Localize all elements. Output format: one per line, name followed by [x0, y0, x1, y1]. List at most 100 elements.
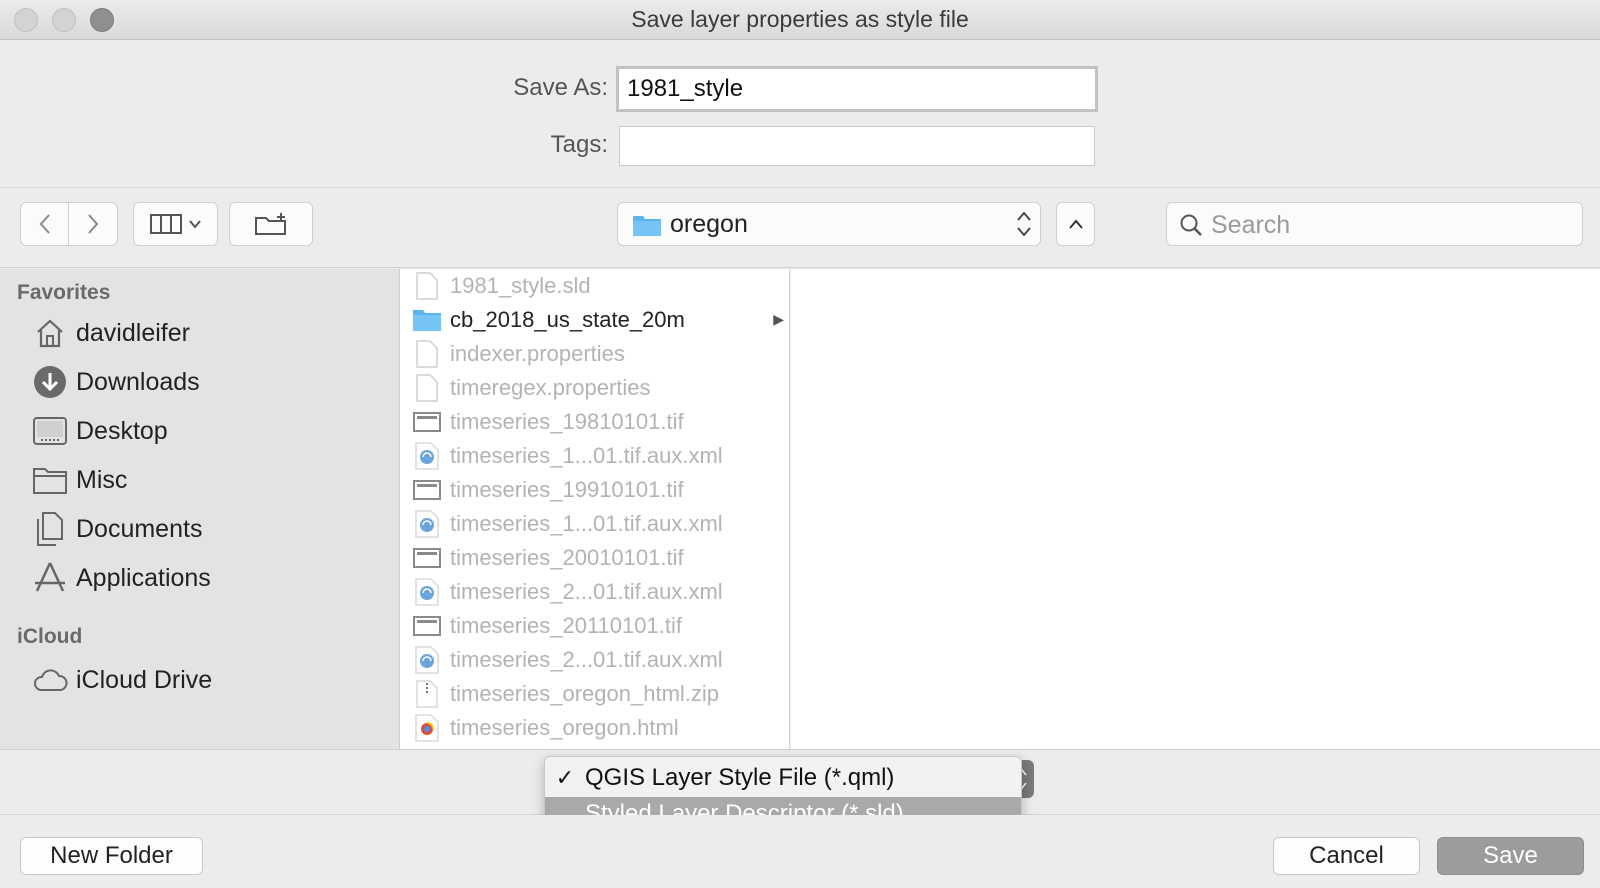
zip-icon [412, 680, 442, 708]
sidebar: Favorites davidleifer Downloads Desktop … [0, 269, 400, 749]
preview-pane [791, 269, 1600, 749]
file-name: cb_2018_us_state_20m [450, 307, 685, 332]
sidebar-item-label: iCloud Drive [76, 665, 213, 694]
chevron-down-icon [188, 220, 201, 229]
folder-icon [412, 308, 442, 332]
image-icon [412, 480, 442, 500]
folder-icon [633, 216, 661, 236]
file-row[interactable]: timeseries_20110101.tif [400, 609, 789, 643]
save-as-input[interactable]: 1981_style [616, 66, 1098, 112]
sidebar-item-applications[interactable]: Applications [32, 558, 211, 598]
format-option-qml[interactable]: ✓ QGIS Layer Style File (*.qml) [545, 761, 1021, 795]
file-name: timeseries_19810101.tif [450, 409, 684, 434]
menu-item-label: QGIS Layer Style File (*.qml) [585, 764, 895, 791]
sidebar-item-icloud-drive[interactable]: iCloud Drive [32, 660, 212, 700]
image-icon [412, 548, 442, 568]
cancel-button[interactable]: Cancel [1273, 837, 1420, 875]
file-name: timeseries_2...01.tif.aux.xml [450, 647, 723, 672]
sidebar-item-label: Downloads [76, 367, 200, 396]
documents-icon [32, 511, 68, 547]
cloud-icon [32, 662, 68, 698]
tags-label: Tags: [550, 131, 608, 158]
file-name: timeseries_oregon.html [450, 715, 679, 740]
file-name: indexer.properties [450, 341, 625, 366]
sidebar-item-davidleifer[interactable]: davidleifer [32, 313, 190, 353]
document-icon [412, 374, 442, 402]
sidebar-item-label: Desktop [76, 416, 168, 445]
xml-icon [412, 442, 442, 470]
columns-view-icon [149, 214, 182, 234]
sidebar-item-documents[interactable]: Documents [32, 509, 202, 549]
expand-collapse-button[interactable] [1056, 202, 1095, 246]
view-mode-button[interactable] [133, 202, 218, 246]
file-row[interactable]: timeseries_oregon_html.zip [400, 677, 789, 711]
file-name: timeseries_1...01.tif.aux.xml [450, 511, 723, 536]
file-list-column: 1981_style.sld cb_2018_us_state_20m ▶ index… [400, 269, 790, 749]
sidebar-item-label: Applications [76, 563, 211, 592]
file-name: timeseries_1...01.tif.aux.xml [450, 443, 723, 468]
file-row[interactable]: timeseries_20010101.tif [400, 541, 789, 575]
file-row[interactable]: timeseries_19810101.tif [400, 405, 789, 439]
image-icon [412, 616, 442, 636]
tags-input[interactable] [619, 126, 1095, 166]
file-name: timeseries_2...01.tif.aux.xml [450, 579, 723, 604]
new-folder-toolbar-button[interactable] [229, 202, 313, 246]
desktop-icon [32, 413, 68, 449]
disclosure-arrow-icon: ▶ [773, 311, 784, 327]
image-icon [412, 412, 442, 432]
chevron-left-icon [39, 214, 50, 234]
document-icon [412, 340, 442, 368]
xml-icon [412, 646, 442, 674]
location-label: oregon [670, 210, 748, 238]
folder-row[interactable]: cb_2018_us_state_20m ▶ [400, 303, 789, 337]
dialog-button-bar: New Folder Cancel Save [0, 815, 1600, 888]
file-row[interactable]: 1981_style.sld [400, 269, 789, 303]
file-name: timeregex.properties [450, 375, 651, 400]
file-row[interactable]: timeregex.properties [400, 371, 789, 405]
sidebar-item-label: davidleifer [76, 318, 190, 347]
file-row[interactable]: timeseries_1...01.tif.aux.xml [400, 439, 789, 473]
navigation-toolbar: oregon Search [0, 188, 1600, 268]
search-field[interactable]: Search [1166, 202, 1583, 246]
sidebar-item-label: Documents [76, 514, 203, 543]
favorites-heading: Favorites [17, 281, 111, 304]
search-placeholder: Search [1211, 211, 1291, 239]
up-down-arrows-icon [1016, 209, 1032, 241]
chevron-right-icon [88, 214, 99, 234]
sidebar-item-label: Misc [76, 465, 128, 494]
file-row[interactable]: timeseries_19910101.tif [400, 473, 789, 507]
chevron-up-icon [1068, 219, 1083, 229]
file-row[interactable]: timeseries_2...01.tif.aux.xml [400, 575, 789, 609]
file-name: timeseries_20010101.tif [450, 545, 684, 570]
file-row[interactable]: timeseries_1...01.tif.aux.xml [400, 507, 789, 541]
new-folder-button[interactable]: New Folder [20, 837, 203, 875]
file-name: timeseries_20110101.tif [450, 613, 682, 638]
title-bar: Save layer properties as style file [0, 0, 1600, 40]
file-name: timeseries_19910101.tif [450, 477, 684, 502]
sidebar-item-misc[interactable]: Misc [32, 460, 127, 500]
forward-button[interactable] [68, 202, 118, 246]
window-title: Save layer properties as style file [631, 6, 969, 32]
xml-icon [412, 578, 442, 606]
back-button[interactable] [20, 202, 69, 246]
file-name: timeseries_oregon_html.zip [450, 681, 720, 706]
new-folder-icon [255, 213, 286, 235]
html-icon [412, 714, 442, 742]
save-button[interactable]: Save [1437, 837, 1584, 875]
downloads-icon [32, 364, 68, 400]
file-row[interactable]: timeseries_2...01.tif.aux.xml [400, 643, 789, 677]
applications-icon [32, 560, 68, 596]
document-icon [412, 272, 442, 300]
sidebar-item-downloads[interactable]: Downloads [32, 362, 200, 402]
icloud-heading: iCloud [17, 625, 83, 648]
search-icon [1180, 214, 1202, 236]
file-row[interactable]: timeseries_oregon.html [400, 711, 789, 745]
location-popup[interactable]: oregon [617, 202, 1041, 246]
xml-icon [412, 510, 442, 538]
save-as-label: Save As: [513, 74, 608, 101]
sidebar-item-desktop[interactable]: Desktop [32, 411, 168, 451]
folder-icon [32, 462, 68, 498]
home-icon [32, 315, 68, 351]
file-row[interactable]: indexer.properties [400, 337, 789, 371]
name-section: Save As: 1981_style Tags: [0, 40, 1600, 188]
